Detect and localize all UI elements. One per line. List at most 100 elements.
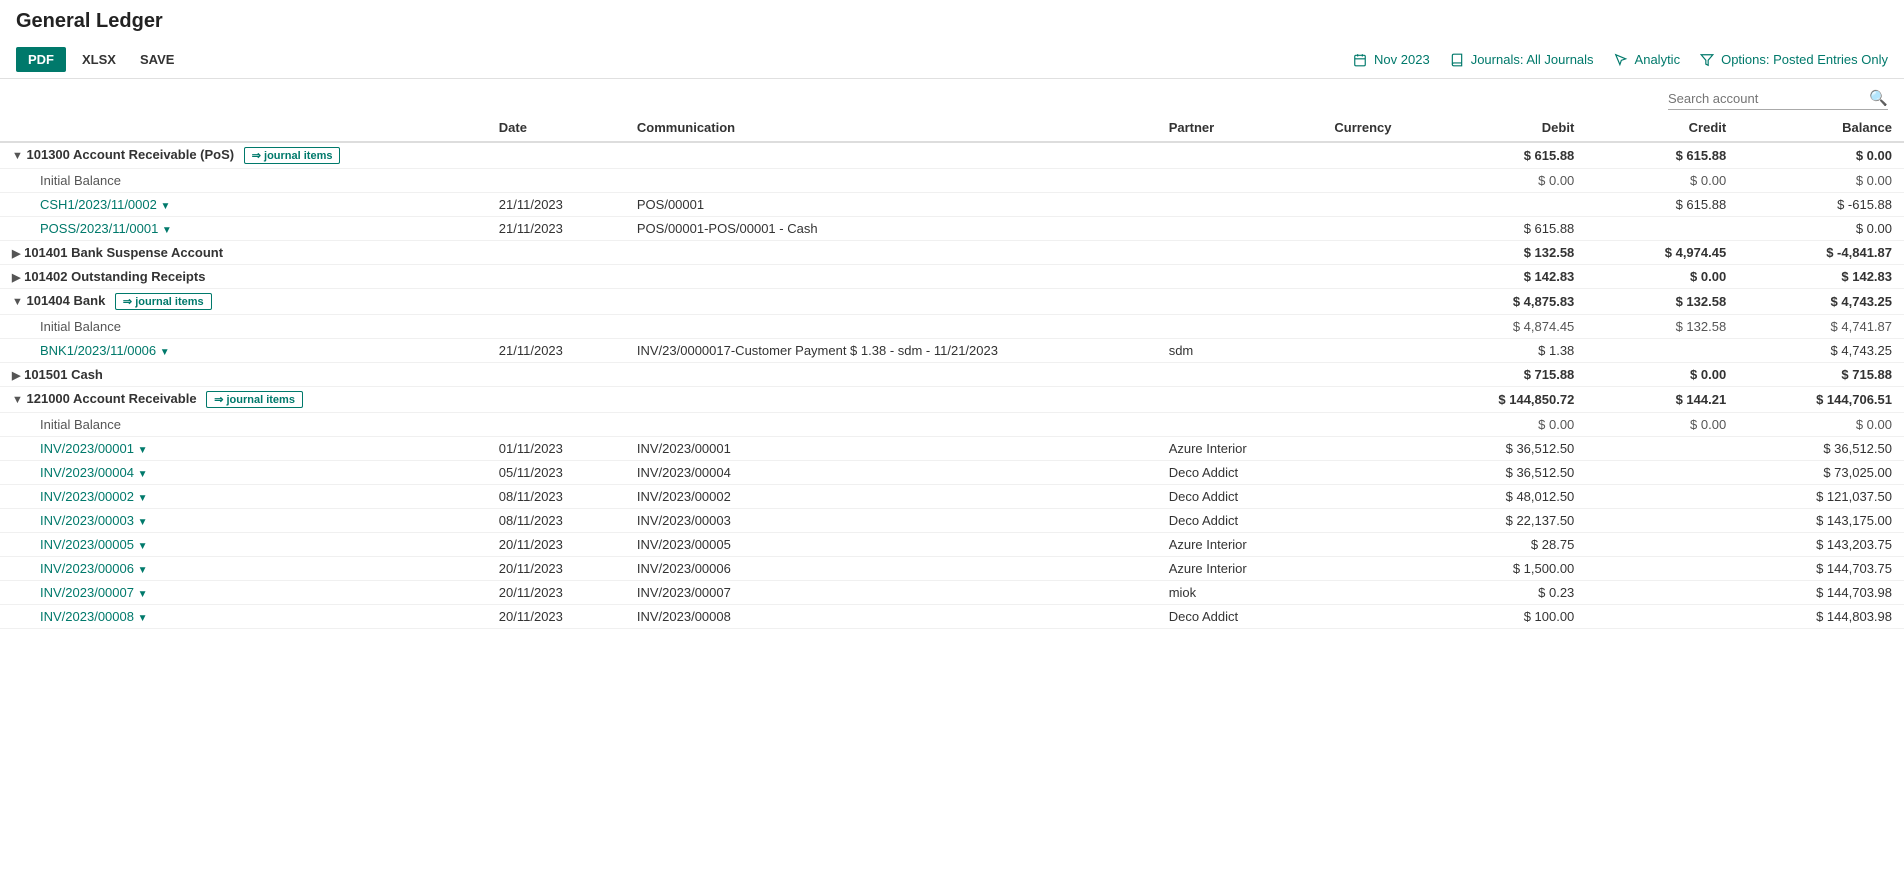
- journal-items-link[interactable]: ⇒ journal items: [115, 293, 212, 310]
- row-partner: [1157, 413, 1323, 437]
- row-date: 08/11/2023: [487, 509, 625, 533]
- journal-items-link[interactable]: ⇒ journal items: [206, 391, 303, 408]
- row-date: 21/11/2023: [487, 339, 625, 363]
- dropdown-icon[interactable]: ▼: [138, 445, 148, 456]
- account-partner: [1157, 241, 1323, 265]
- entry-link[interactable]: INV/2023/00005: [40, 537, 134, 552]
- toolbar: PDF XLSX SAVE Nov 2023 Journals: All Jou…: [0, 41, 1904, 79]
- account-currency: [1322, 241, 1434, 265]
- row-credit: $ 615.88: [1586, 193, 1738, 217]
- row-balance: $ 4,741.87: [1738, 315, 1904, 339]
- dropdown-icon[interactable]: ▼: [138, 493, 148, 504]
- row-balance: $ 143,203.75: [1738, 533, 1904, 557]
- account-balance: $ 0.00: [1738, 142, 1904, 169]
- entry-link[interactable]: INV/2023/00002: [40, 489, 134, 504]
- row-currency: [1322, 533, 1434, 557]
- account-name-cell: ▼ 121000 Account Receivable ⇒ journal it…: [0, 387, 487, 413]
- table-row: Initial Balance $ 0.00 $ 0.00 $ 0.00: [0, 169, 1904, 193]
- account-row: ▼ 101404 Bank ⇒ journal items $ 4,875.83…: [0, 289, 1904, 315]
- account-label: 101402 Outstanding Receipts: [24, 269, 205, 284]
- entry-link[interactable]: BNK1/2023/11/0006: [40, 343, 156, 358]
- row-partner: [1157, 169, 1323, 193]
- page-title: General Ledger: [16, 10, 1888, 33]
- entry-link[interactable]: POSS/2023/11/0001: [40, 221, 158, 236]
- expand-icon[interactable]: ▶: [12, 370, 20, 382]
- expand-icon[interactable]: ▼: [12, 296, 23, 308]
- row-credit: [1586, 533, 1738, 557]
- entry-link[interactable]: INV/2023/00003: [40, 513, 134, 528]
- row-date: [487, 169, 625, 193]
- account-date: [487, 241, 625, 265]
- account-balance: $ -4,841.87: [1738, 241, 1904, 265]
- row-credit: [1586, 217, 1738, 241]
- account-balance: $ 4,743.25: [1738, 289, 1904, 315]
- dropdown-icon[interactable]: ▼: [160, 201, 170, 212]
- row-debit: [1434, 193, 1586, 217]
- row-partner: Azure Interior: [1157, 437, 1323, 461]
- dropdown-icon[interactable]: ▼: [138, 469, 148, 480]
- period-filter[interactable]: Nov 2023: [1353, 52, 1430, 67]
- dropdown-icon[interactable]: ▼: [138, 589, 148, 600]
- dropdown-icon[interactable]: ▼: [138, 613, 148, 624]
- entry-label-cell: POSS/2023/11/0001 ▼: [0, 217, 487, 241]
- account-row: ▼ 101300 Account Receivable (PoS) ⇒ jour…: [0, 142, 1904, 169]
- expand-icon[interactable]: ▶: [12, 248, 20, 260]
- search-input-wrap[interactable]: 🔍: [1668, 89, 1888, 110]
- initial-balance-label: Initial Balance: [0, 413, 487, 437]
- dropdown-icon[interactable]: ▼: [138, 541, 148, 552]
- row-credit: [1586, 581, 1738, 605]
- initial-balance-label: Initial Balance: [0, 315, 487, 339]
- entry-label-cell: INV/2023/00008 ▼: [0, 605, 487, 629]
- table-row: CSH1/2023/11/0002 ▼ 21/11/2023 POS/00001…: [0, 193, 1904, 217]
- row-currency: [1322, 169, 1434, 193]
- search-input[interactable]: [1668, 91, 1869, 106]
- pdf-button[interactable]: PDF: [16, 47, 66, 72]
- entry-label-cell: INV/2023/00004 ▼: [0, 461, 487, 485]
- row-comm: INV/2023/00006: [625, 557, 1157, 581]
- entry-link[interactable]: INV/2023/00006: [40, 561, 134, 576]
- account-name-cell: ▶ 101402 Outstanding Receipts: [0, 265, 487, 289]
- entry-link[interactable]: INV/2023/00004: [40, 465, 134, 480]
- account-currency: [1322, 363, 1434, 387]
- row-credit: [1586, 509, 1738, 533]
- row-comm: [625, 169, 1157, 193]
- expand-icon[interactable]: ▼: [12, 150, 23, 162]
- row-currency: [1322, 413, 1434, 437]
- row-balance: $ -615.88: [1738, 193, 1904, 217]
- period-label: Nov 2023: [1374, 52, 1430, 67]
- journals-filter[interactable]: Journals: All Journals: [1450, 52, 1594, 67]
- account-credit: $ 4,974.45: [1586, 241, 1738, 265]
- dropdown-icon[interactable]: ▼: [162, 225, 172, 236]
- entry-link[interactable]: INV/2023/00008: [40, 609, 134, 624]
- row-comm: POS/00001: [625, 193, 1157, 217]
- analytic-filter[interactable]: Analytic: [1614, 52, 1681, 67]
- row-partner: Deco Addict: [1157, 509, 1323, 533]
- save-button[interactable]: SAVE: [132, 47, 182, 72]
- account-name-cell: ▼ 101404 Bank ⇒ journal items: [0, 289, 487, 315]
- col-header-credit: Credit: [1586, 114, 1738, 142]
- row-balance: $ 0.00: [1738, 169, 1904, 193]
- row-date: [487, 413, 625, 437]
- account-debit: $ 4,875.83: [1434, 289, 1586, 315]
- row-currency: [1322, 437, 1434, 461]
- entry-link[interactable]: CSH1/2023/11/0002: [40, 197, 157, 212]
- entry-label-cell: CSH1/2023/11/0002 ▼: [0, 193, 487, 217]
- options-filter[interactable]: Options: Posted Entries Only: [1700, 52, 1888, 67]
- dropdown-icon[interactable]: ▼: [138, 517, 148, 528]
- journal-items-link[interactable]: ⇒ journal items: [244, 147, 341, 164]
- row-date: 08/11/2023: [487, 485, 625, 509]
- expand-icon[interactable]: ▶: [12, 272, 20, 284]
- dropdown-icon[interactable]: ▼: [138, 565, 148, 576]
- account-currency: [1322, 387, 1434, 413]
- row-debit: $ 36,512.50: [1434, 437, 1586, 461]
- table-header-row: Date Communication Partner Currency Debi…: [0, 114, 1904, 142]
- dropdown-icon[interactable]: ▼: [160, 347, 170, 358]
- expand-icon[interactable]: ▼: [12, 394, 23, 406]
- account-date: [487, 142, 625, 169]
- xlsx-button[interactable]: XLSX: [74, 47, 124, 72]
- entry-link[interactable]: INV/2023/00007: [40, 585, 134, 600]
- row-credit: $ 0.00: [1586, 413, 1738, 437]
- account-currency: [1322, 142, 1434, 169]
- table-row: INV/2023/00008 ▼ 20/11/2023 INV/2023/000…: [0, 605, 1904, 629]
- entry-link[interactable]: INV/2023/00001: [40, 441, 134, 456]
